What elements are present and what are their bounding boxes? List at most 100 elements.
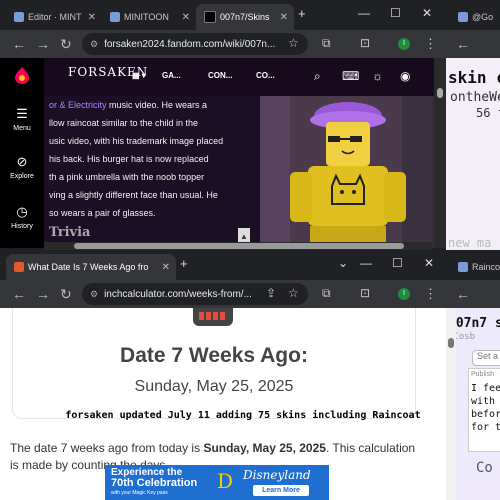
tab-inch-calculator[interactable]: What Date Is 7 Weeks Ago fro ✕: [6, 254, 176, 280]
extensions-icon[interactable]: ⧉: [322, 286, 331, 301]
search-icon[interactable]: ⌕: [314, 69, 321, 84]
author: ontheWe: [450, 90, 500, 105]
pen-icon: [14, 12, 24, 22]
extensions-icon[interactable]: ⧉: [322, 36, 331, 51]
music-video-link[interactable]: or & Electricity: [49, 100, 107, 110]
media-icon[interactable]: ⊡: [360, 286, 370, 300]
article-line: his back. His burger hat is now replaced: [49, 154, 209, 164]
comment-box: Publish I feel with t befor for th: [468, 368, 500, 452]
minimize-icon[interactable]: —: [358, 6, 370, 20]
ad-learn-more-button[interactable]: Learn More: [253, 485, 309, 496]
sidebar-history[interactable]: ◷ History: [0, 204, 44, 230]
skin-image: [260, 96, 446, 248]
bookmark-star-icon[interactable]: ☆: [288, 36, 299, 50]
calendar-favicon-icon: [14, 262, 24, 272]
clock-icon: ◷: [16, 204, 28, 219]
sidebar-menu[interactable]: ☰ Menu: [0, 106, 44, 132]
site-info-icon[interactable]: ⚙: [90, 289, 98, 300]
close-window-icon[interactable]: ✕: [424, 256, 434, 270]
header-nav-games[interactable]: GA...: [162, 71, 181, 80]
right-scrollbar[interactable]: [446, 308, 456, 500]
tab-minitoon[interactable]: MINITOON ✕: [102, 4, 196, 30]
discussions-icon[interactable]: ⌨: [342, 69, 359, 83]
disneyland-ad[interactable]: Experience the 70th Celebration with you…: [105, 465, 329, 500]
reload-icon[interactable]: ↻: [60, 286, 72, 303]
media-icon[interactable]: ⊡: [360, 36, 370, 50]
close-tab-icon[interactable]: ✕: [182, 12, 190, 23]
theme-sun-icon[interactable]: ☼: [372, 69, 383, 83]
hamburger-icon: ☰: [16, 106, 28, 121]
pen-icon: [458, 12, 468, 22]
forward-icon[interactable]: →: [36, 36, 50, 52]
tab-raincoat[interactable]: Rainco: [450, 254, 500, 280]
article-body: or & Electricity music video. He wears a…: [44, 96, 260, 248]
tab-editor[interactable]: Editor · MINT ✕: [6, 4, 102, 30]
tab-strip: What Date Is 7 Weeks Ago fro ✕ + ⌄ — ☐ ✕: [0, 250, 446, 280]
menu-kebab-icon[interactable]: ⋮: [424, 286, 437, 302]
fandom-header: FORSAKEN ▦ ▾ GA... CON... CO... ⌕ ⌨ ☼ ◉: [44, 58, 446, 96]
new-tab-icon[interactable]: +: [298, 6, 306, 21]
tab-goonthewe[interactable]: @Go: [450, 4, 500, 30]
close-tab-icon[interactable]: ✕: [88, 12, 96, 23]
fandom-sidebar: ☰ Menu ⊘ Explore ◷ History: [0, 58, 44, 248]
toolbar: ←: [446, 30, 500, 58]
article-line: llow raincoat similar to the child in th…: [49, 118, 199, 128]
back-icon[interactable]: ←: [456, 286, 470, 302]
user-icon[interactable]: ◉: [400, 69, 410, 83]
share-icon[interactable]: ⇪: [266, 286, 276, 300]
raincoat-skin-render: [260, 96, 432, 248]
article-line: or & Electricity music video. He wears a: [49, 100, 208, 110]
back-icon[interactable]: ←: [12, 36, 26, 52]
trivia-heading: Trivia: [49, 225, 91, 240]
skin-title: skin co: [448, 68, 500, 87]
bookmark-star-icon[interactable]: ☆: [288, 286, 299, 300]
site-info-icon[interactable]: ⚙: [90, 39, 98, 50]
count: 56 f: [476, 106, 500, 120]
top-right-window: @Go ← skin co ontheWe 56 f new ma: [446, 0, 500, 250]
article-line: ving a slightly different face than usua…: [49, 190, 218, 200]
horizontal-scrollbar[interactable]: [44, 242, 432, 250]
address-bar[interactable]: ⚙ forsaken2024.fandom.com/wiki/007n...: [82, 33, 308, 55]
back-icon[interactable]: ←: [12, 286, 26, 302]
toolbar: ← → ↻ ⚙ forsaken2024.fandom.com/wiki/007…: [0, 30, 446, 58]
section-heading: Co: [476, 460, 493, 476]
close-window-icon[interactable]: ✕: [422, 6, 432, 20]
top-browser-window: Editor · MINT ✕ MINITOON ✕ 007n7/Skins ✕…: [0, 0, 446, 250]
reload-icon[interactable]: ↻: [60, 36, 72, 53]
article-line: th a pink umbrella with the noob topper: [49, 172, 205, 182]
header-nav-content[interactable]: CON...: [208, 71, 232, 80]
back-icon[interactable]: ←: [456, 36, 470, 52]
fandom-logo-icon[interactable]: [0, 66, 44, 86]
set-button[interactable]: Set a: [472, 350, 500, 366]
new-tab-icon[interactable]: +: [180, 256, 188, 271]
result-heading: Date 7 Weeks Ago:: [120, 344, 308, 367]
result-date: Sunday, May 25, 2025: [134, 378, 294, 395]
minimize-icon[interactable]: —: [360, 256, 372, 270]
toolbar: ←: [446, 280, 500, 308]
sidebar-explore[interactable]: ⊘ Explore: [0, 154, 44, 180]
maximize-icon[interactable]: ☐: [392, 256, 403, 270]
profile-avatar[interactable]: I: [398, 38, 410, 50]
header-nav-1[interactable]: ▦ ▾: [132, 71, 146, 80]
page-scrollbar[interactable]: [434, 58, 446, 248]
result-card: Date 7 Weeks Ago: Sunday, May 25, 2025: [12, 308, 416, 419]
bottom-text: new ma: [448, 236, 492, 250]
calendar-icon: [193, 308, 233, 326]
forward-icon[interactable]: →: [36, 286, 50, 302]
compass-icon: ⊘: [16, 154, 28, 169]
menu-kebab-icon[interactable]: ⋮: [424, 36, 437, 52]
pen-icon: [110, 12, 120, 22]
user-overlay-note: forsaken updated July 11 adding 75 skins…: [65, 410, 421, 421]
close-tab-icon[interactable]: ✕: [162, 262, 170, 273]
header-nav-community[interactable]: CO...: [256, 71, 275, 80]
close-tab-icon[interactable]: ✕: [280, 12, 288, 23]
toolbar: ← → ↻ ⚙ inchcalculator.com/weeks-from/..…: [0, 280, 446, 308]
maximize-icon[interactable]: ☐: [390, 6, 401, 20]
profile-avatar[interactable]: I: [398, 288, 410, 300]
ad-d-logo: D: [217, 469, 234, 493]
right-top-content: skin co ontheWe 56 f new ma: [446, 58, 500, 250]
article-line: usic video, with his trademark image pla…: [49, 136, 224, 146]
tab-007n7-skins[interactable]: 007n7/Skins ✕: [196, 4, 294, 30]
chevron-down-icon[interactable]: ⌄: [338, 256, 348, 270]
scroll-up-icon[interactable]: ▲: [238, 228, 250, 242]
